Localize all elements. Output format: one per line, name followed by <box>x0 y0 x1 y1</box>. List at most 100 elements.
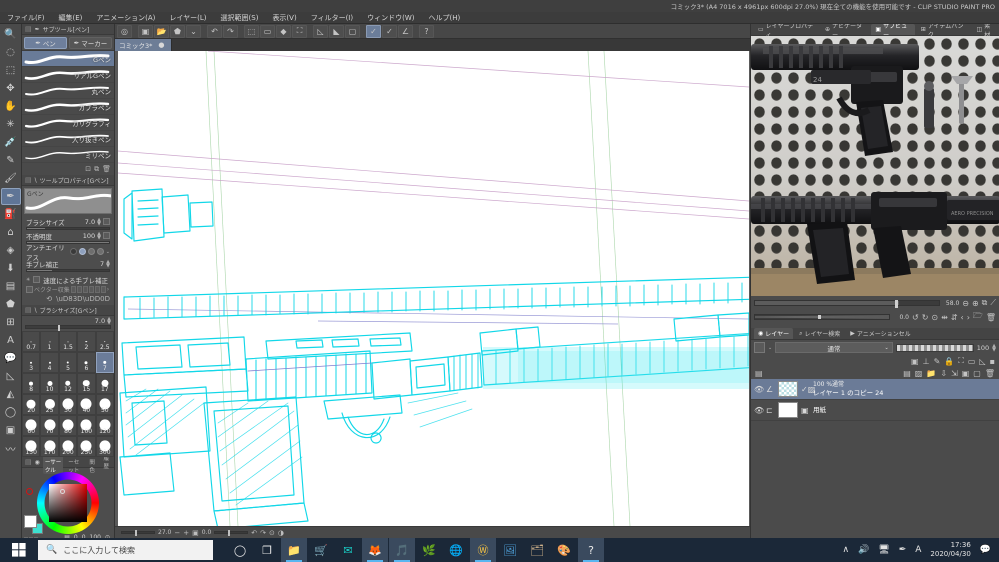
marker-tab[interactable]: ✒ マーカー <box>69 37 112 49</box>
tab-material[interactable]: ◫ 素材 <box>973 24 999 39</box>
auto-select-tool[interactable]: ⬚ <box>1 62 21 79</box>
brush-size-cell[interactable]: 15 <box>77 373 96 394</box>
brush-size-cell[interactable]: 2 <box>77 331 96 352</box>
eraser-tool[interactable]: ⌂ <box>1 224 21 241</box>
zoom-out-icon[interactable]: ⊖ <box>962 299 969 308</box>
layer-opacity-stepper[interactable]: ▲ ▼ <box>992 343 996 352</box>
lock-layer-icon[interactable]: 🔒 <box>944 357 954 366</box>
brush-size-cell[interactable]: 0.7 <box>22 331 41 352</box>
palette-color-icon[interactable]: ▪ <box>990 357 995 366</box>
save-icon[interactable]: ⬟ <box>170 24 185 38</box>
panel-menu-icon[interactable]: ▤ <box>25 306 32 314</box>
fit-to-window-icon[interactable]: ⧉ <box>982 298 988 308</box>
layer-row[interactable]: 👁 ∠ ✓▨ 100 %通常 レイヤー 1 のコピー 24 <box>751 379 999 400</box>
brush-size-cell[interactable]: 1.5 <box>58 331 78 352</box>
panel-menu-icon[interactable]: ▤ <box>25 176 32 184</box>
antialias-medium-option[interactable] <box>87 248 95 255</box>
menu-item-4[interactable]: 選択範囲(S) <box>214 12 266 24</box>
itunes-icon[interactable]: 🎵 <box>389 538 415 562</box>
clip-to-layer-below-icon[interactable]: ▣ <box>911 357 919 366</box>
text-tool[interactable]: A <box>1 332 21 349</box>
explorer2-icon[interactable]: 🗂 <box>524 538 550 562</box>
tab-subview[interactable]: ▣ サブビュー <box>871 24 915 39</box>
import-subtool-icon[interactable]: ⊡ <box>85 165 91 173</box>
reset-rotation-icon[interactable]: ⊙ <box>931 313 938 322</box>
hand-tool[interactable]: ✋ <box>1 98 21 115</box>
brush-size-cell[interactable]: 7 <box>95 352 114 373</box>
tab-navigator[interactable]: ⊕ ナビゲーター <box>821 24 869 39</box>
create-mask-icon[interactable]: ▣ <box>962 369 970 378</box>
menu-item-8[interactable]: ヘルプ(H) <box>421 12 467 24</box>
transfer-down-icon[interactable]: ⇩ <box>940 369 947 378</box>
opacity-stepper[interactable]: ▲ ▼ <box>97 231 101 240</box>
canvas-area[interactable]: 27.0− + ▣ 0.0 ↶ ↷ ⊙ ◑ <box>115 51 750 538</box>
menu-item-2[interactable]: アニメーション(A) <box>89 12 162 24</box>
stabilization-stepper[interactable]: ▲ ▼ <box>106 259 110 268</box>
delete-image-icon[interactable]: 🗑 <box>986 313 996 322</box>
antialias-dropdown-icon[interactable]: ⌄ <box>106 249 110 254</box>
frame-border-tool[interactable]: ⊞ <box>1 314 21 331</box>
brush-size-cell[interactable]: 50 <box>95 394 114 415</box>
open-file-icon[interactable]: 📂 <box>154 24 169 38</box>
antialias-property[interactable]: アンチエイリアス ⌄ <box>22 244 114 262</box>
layer-type-dropdown-icon[interactable]: ⌄ <box>768 345 772 350</box>
pen-tab[interactable]: ✒ ペン <box>24 37 67 49</box>
ruler-line-icon[interactable]: ◺ <box>313 24 328 38</box>
show-hidden-icons[interactable]: ∧ <box>842 545 849 555</box>
hue-ring[interactable] <box>37 472 99 534</box>
pen-input-icon[interactable]: ✒ <box>899 545 907 555</box>
color-swatches[interactable] <box>24 515 43 538</box>
clip-studio-paint-icon[interactable]: ? <box>578 538 604 562</box>
flip-horizontal-icon[interactable]: ⇹ <box>941 313 948 322</box>
brush-size-cell[interactable]: 150 <box>22 436 41 457</box>
firefox-icon[interactable]: 🦊 <box>362 538 388 562</box>
stabilization-slider[interactable] <box>26 269 110 272</box>
sub-tool-item[interactable]: カブラペン <box>22 99 114 115</box>
new-folder-icon[interactable]: 📁 <box>926 369 936 378</box>
panel-menu-icon[interactable]: ▤ <box>25 25 32 33</box>
file-explorer-icon[interactable]: 📁 <box>281 538 307 562</box>
color-wheel-area[interactable]: ▤ 0 0 100 ⊙ <box>22 468 114 538</box>
brush-size-cell[interactable]: 10 <box>40 373 59 394</box>
tab-layer[interactable]: ◉ レイヤー <box>754 328 794 339</box>
figure-tool[interactable]: ⬟ <box>1 296 21 313</box>
vector-steps[interactable] <box>70 286 106 293</box>
canvas-rotation-slider[interactable] <box>214 530 249 536</box>
brush-size-cell[interactable]: 3 <box>22 352 41 373</box>
magnifier-tool[interactable]: 🔍 <box>1 26 21 43</box>
new-raster-layer-icon[interactable]: ▤ <box>903 369 911 378</box>
brush-size-cell[interactable]: 170 <box>40 436 59 457</box>
blend-tool[interactable]: ◈ <box>1 242 21 259</box>
layer-row[interactable]: 👁 ⊏ ▣ 用紙 <box>751 400 999 421</box>
color-swatch-tool[interactable]: ▣ <box>1 422 21 439</box>
sub-view-image[interactable]: 24 AERO PRECISION <box>751 36 999 296</box>
undo-icon[interactable]: ↶ <box>207 24 222 38</box>
sub-tool-item[interactable]: 丸ペン <box>22 83 114 99</box>
canvas-paper[interactable] <box>118 51 749 526</box>
tab-layer-search[interactable]: ⌕ レイヤー検索 <box>795 328 844 339</box>
ruler-square-icon[interactable]: ▢ <box>345 24 360 38</box>
ellipse-tool[interactable]: ◯ <box>1 404 21 421</box>
delete-subtool-icon[interactable]: 🗑 <box>102 165 111 173</box>
ruler-tool[interactable]: ◺ <box>1 368 21 385</box>
sub-view-zoom-slider[interactable] <box>754 300 941 308</box>
layer-visibility-icon[interactable]: 👁 <box>754 385 764 394</box>
new-document-icon[interactable]: ▣ <box>138 24 153 38</box>
canvas-zoom-slider[interactable] <box>121 530 155 536</box>
brush-size-pen-pressure-toggle[interactable] <box>103 218 110 225</box>
sub-view-rotation-slider[interactable] <box>754 314 890 320</box>
antialias-strong-option[interactable] <box>96 248 104 255</box>
balloon-tool[interactable]: 💬 <box>1 350 21 367</box>
flip-vertical-icon[interactable]: ⇵ <box>951 313 958 322</box>
brush-size-cell[interactable]: 120 <box>95 415 114 436</box>
brush-size-cell[interactable]: 25 <box>40 394 59 415</box>
canvas-zoom-in-icon[interactable]: + <box>183 529 189 537</box>
snap-special-ruler-icon[interactable]: ✓ <box>382 24 397 38</box>
opacity-slider[interactable] <box>26 241 110 244</box>
antialias-none-option[interactable] <box>69 248 77 255</box>
speed-stabilization-property[interactable]: ✳ 速度による手ブレ補正 <box>22 272 114 285</box>
brush-size-current-stepper[interactable]: ▲ ▼ <box>107 317 111 326</box>
brush-size-cell[interactable]: 70 <box>40 415 59 436</box>
brush-size-panel-slider[interactable] <box>25 325 111 331</box>
layer-mask-icon[interactable]: ▭ <box>968 357 976 366</box>
